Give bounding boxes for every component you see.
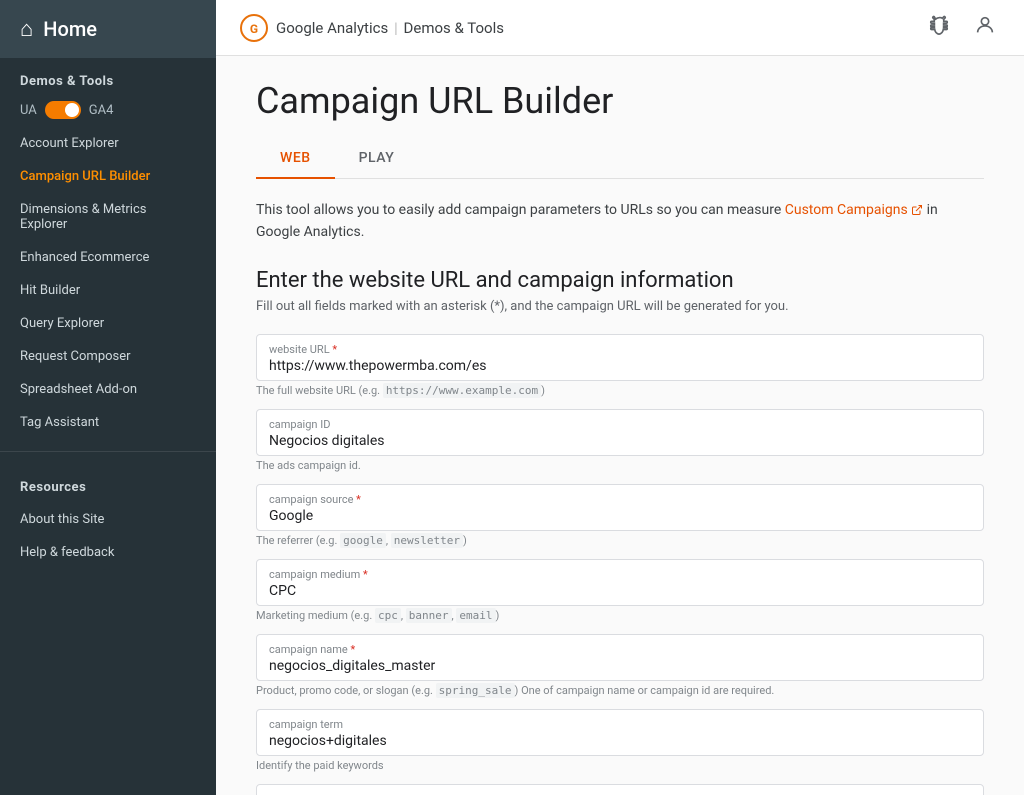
tabs: WEB PLAY [256,138,984,179]
field-hint-campaign-medium: Marketing medium (e.g. cpc, banner, emai… [256,609,984,622]
sidebar-item-spreadsheet-add-on[interactable]: Spreadsheet Add-on [0,373,216,406]
field-group-campaign-name: campaign name Product, promo code, or sl… [256,634,984,697]
field-label-website-url: website URL [269,343,971,356]
field-wrapper-campaign-source: campaign source [256,484,984,531]
description-text-1: This tool allows you to easily add campa… [256,202,785,218]
sidebar-item-help-feedback[interactable]: Help & feedback [0,536,216,569]
field-wrapper-campaign-term: campaign term [256,709,984,756]
campaign-source-input[interactable] [269,508,971,524]
field-hint-campaign-term: Identify the paid keywords [256,759,984,772]
sidebar-item-dimensions-metrics[interactable]: Dimensions & Metrics Explorer [0,193,216,241]
sidebar-item-about-site[interactable]: About this Site [0,503,216,536]
sidebar-home-label: Home [43,17,97,41]
field-group-campaign-source: campaign source The referrer (e.g. googl… [256,484,984,547]
sidebar-item-enhanced-ecommerce[interactable]: Enhanced Ecommerce [0,241,216,274]
sidebar-home-link[interactable]: ⌂ Home [0,0,216,58]
field-group-campaign-term: campaign term Identify the paid keywords [256,709,984,772]
sidebar-item-campaign-url-builder[interactable]: Campaign URL Builder [0,160,216,193]
campaign-medium-input[interactable] [269,583,971,599]
topbar-left: G Google Analytics | Demos & Tools [240,14,504,42]
sidebar: ⌂ Home Demos & Tools UA GA4 Account Expl… [0,0,216,795]
field-hint-website-url: The full website URL (e.g. https://www.e… [256,384,984,397]
field-group-campaign-medium: campaign medium Marketing medium (e.g. c… [256,559,984,622]
field-group-campaign-id: campaign ID The ads campaign id. [256,409,984,472]
sidebar-item-account-explorer[interactable]: Account Explorer [0,127,216,160]
form-section-title: Enter the website URL and campaign infor… [256,268,984,293]
tab-web[interactable]: WEB [256,138,335,178]
sidebar-toggle-row: UA GA4 [0,97,216,127]
svg-text:G: G [250,22,258,36]
form-section-subtitle: Fill out all fields marked with an aster… [256,299,984,314]
field-label-campaign-medium: campaign medium [269,568,971,581]
main-content: G Google Analytics | Demos & Tools [216,0,1024,795]
campaign-name-input[interactable] [269,658,971,674]
user-icon[interactable] [970,10,1000,45]
tool-description: This tool allows you to easily add campa… [256,199,984,244]
field-wrapper-campaign-name: campaign name [256,634,984,681]
sidebar-item-query-explorer[interactable]: Query Explorer [0,307,216,340]
page-title: Campaign URL Builder [256,80,984,122]
ga-logo: G [240,14,268,42]
sidebar-nav: Account Explorer Campaign URL Builder Di… [0,127,216,439]
field-wrapper-campaign-content: campaign content [256,784,984,795]
field-wrapper-campaign-medium: campaign medium [256,559,984,606]
field-group-website-url: website URL The full website URL (e.g. h… [256,334,984,397]
sidebar-demos-tools-title: Demos & Tools [0,58,216,97]
field-wrapper-campaign-id: campaign ID [256,409,984,456]
field-label-campaign-source: campaign source [269,493,971,506]
brand-name: Google Analytics [276,19,388,37]
sidebar-item-hit-builder[interactable]: Hit Builder [0,274,216,307]
field-wrapper-website-url: website URL [256,334,984,381]
ga4-label: GA4 [89,103,114,118]
sidebar-resources-title: Resources [0,464,216,503]
field-label-campaign-name: campaign name [269,643,971,656]
sidebar-item-request-composer[interactable]: Request Composer [0,340,216,373]
website-url-input[interactable] [269,358,971,374]
ua-label: UA [20,103,37,118]
page-content: Campaign URL Builder WEB PLAY This tool … [216,56,1024,795]
sidebar-divider [0,451,216,452]
field-label-campaign-term: campaign term [269,718,971,731]
brand-demos: Demos & Tools [404,19,504,37]
sidebar-item-tag-assistant[interactable]: Tag Assistant [0,406,216,439]
brand-divider: | [394,19,397,37]
bug-icon[interactable] [924,10,954,45]
tab-play[interactable]: PLAY [335,138,419,178]
topbar-right [924,10,1000,45]
field-label-campaign-id: campaign ID [269,418,971,431]
field-hint-campaign-id: The ads campaign id. [256,459,984,472]
campaign-term-input[interactable] [269,733,971,749]
custom-campaigns-link[interactable]: Custom Campaigns [785,202,923,218]
topbar-brand: Google Analytics | Demos & Tools [276,19,504,37]
field-hint-campaign-name: Product, promo code, or slogan (e.g. spr… [256,684,984,697]
field-group-campaign-content: campaign content Use to differentiate ad… [256,784,984,795]
field-hint-campaign-source: The referrer (e.g. google, newsletter) [256,534,984,547]
topbar: G Google Analytics | Demos & Tools [216,0,1024,56]
home-icon: ⌂ [20,16,33,42]
campaign-id-input[interactable] [269,433,971,449]
ua-ga4-toggle[interactable] [45,101,81,119]
